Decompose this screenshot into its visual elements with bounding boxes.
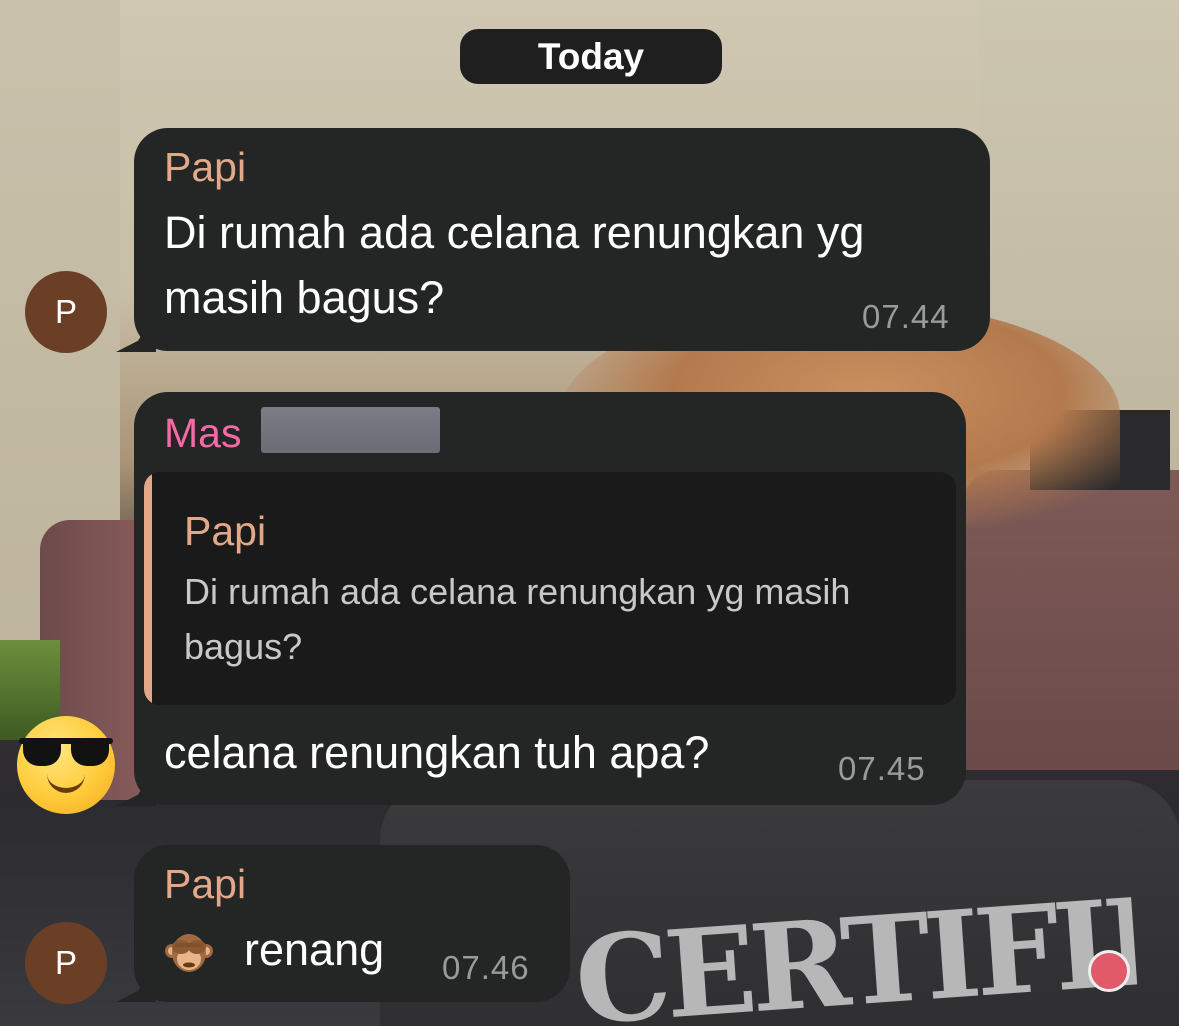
chat-screen: CERTIFIED Today Papi Di rumah ada celana… <box>0 0 1179 1026</box>
reply-sender-name: Papi <box>184 508 267 554</box>
message-bubble[interactable]: Mas Papi Di rumah ada celana renungkan y… <box>134 392 966 805</box>
smiling-face-with-sunglasses-icon[interactable] <box>17 716 115 814</box>
message-text-line: Di rumah ada celana renungkan yg <box>164 207 865 258</box>
sender-name[interactable]: Papi <box>164 861 246 908</box>
reply-quote-bar <box>144 472 152 705</box>
message-timestamp: 07.45 <box>838 750 926 787</box>
sender-name[interactable]: Mas <box>164 410 241 457</box>
sender-name[interactable]: Papi <box>164 144 246 191</box>
message-bubble[interactable]: Papi renang 07.46 <box>134 845 570 1002</box>
message-bubble[interactable]: Papi Di rumah ada celana renungkan yg ma… <box>134 128 990 351</box>
sender-avatar[interactable]: P <box>25 922 107 1004</box>
reply-text-line: bagus? <box>184 626 303 667</box>
message-timestamp: 07.44 <box>862 298 950 335</box>
wallpaper-heart-patch <box>1088 950 1130 992</box>
avatar-letter: P <box>54 293 77 330</box>
reply-text-line: Di rumah ada celana renungkan yg masih <box>184 571 851 612</box>
redacted-name-block <box>261 407 440 453</box>
reply-quote[interactable]: Papi Di rumah ada celana renungkan yg ma… <box>144 472 956 705</box>
smile-mouth <box>47 768 85 793</box>
sender-avatar[interactable]: P <box>25 271 107 353</box>
message-timestamp: 07.46 <box>442 949 530 986</box>
message-text: renang <box>244 924 385 975</box>
see-no-evil-monkey-icon <box>164 927 214 977</box>
sunglasses-icon <box>19 738 113 766</box>
avatar-letter: P <box>54 944 77 981</box>
date-separator: Today <box>460 29 722 84</box>
message-text-line: masih bagus? <box>164 272 445 323</box>
message-text: celana renungkan tuh apa? <box>164 727 710 778</box>
